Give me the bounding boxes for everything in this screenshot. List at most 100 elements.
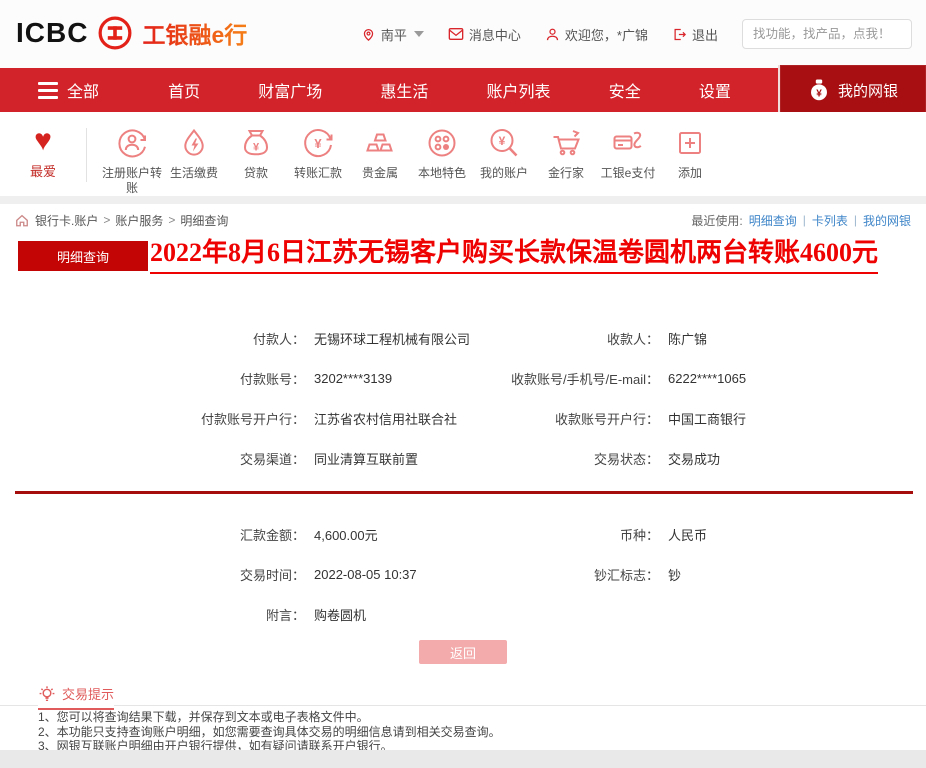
icbc-logo: ICBC 工银融e行 — [16, 15, 247, 51]
field-label: 付款账号： — [239, 371, 305, 387]
field-label: 汇款金额： — [239, 527, 305, 543]
channel-value: 同业清算互联前置 — [314, 451, 419, 467]
nav-item-security[interactable]: 安全 — [609, 78, 641, 102]
money-bag-icon: ¥ — [243, 130, 269, 156]
detail-row: 付款账号： 3202****3139 收款账号/手机号/E-mail： 6222… — [20, 358, 910, 398]
amount-value: 4,600.00元 — [314, 527, 378, 543]
location-label: 南平 — [380, 27, 407, 43]
quick-links: 注册账户转账 生活缴费 ¥ 贷款 ¥ 转账汇款 贵金属 本地特色 ¥ 我的账户 … — [101, 125, 721, 196]
recent-link-my-ebank[interactable]: 我的网银 — [863, 212, 911, 229]
envelope-icon — [448, 28, 464, 40]
hamburger-icon — [38, 81, 58, 99]
icbc-cn-logo-text: 工银融e行 — [142, 16, 247, 50]
nav-all-menu[interactable]: 全部 — [38, 78, 99, 102]
favorites-tab[interactable]: ♥ 最爱 — [0, 125, 86, 180]
recent-separator: | — [853, 213, 857, 227]
icbc-logo-text: ICBC — [16, 17, 89, 48]
payer-name-value: 无锡环球工程机械有限公司 — [314, 331, 471, 347]
quicklink-my-account[interactable]: ¥ 我的账户 — [473, 125, 535, 196]
svg-text:¥: ¥ — [816, 88, 822, 99]
nav-item-accounts[interactable]: 账户列表 — [487, 78, 551, 102]
breadcrumb-separator: > — [103, 213, 111, 227]
payee-bank-value: 中国工商银行 — [668, 411, 747, 427]
breadcrumb-separator: > — [168, 213, 176, 227]
breadcrumb-item[interactable]: 银行卡.账户 — [35, 212, 98, 229]
tip-item: 2、本功能只支持查询账户明细，如您需要查询具体交易的明细信息请到相关交易查询。 — [38, 724, 501, 739]
detail-row: 汇款金额： 4,600.00元 币种： 人民币 — [20, 514, 910, 554]
breadcrumb-item[interactable]: 明细查询 — [180, 212, 228, 229]
nav-item-life[interactable]: 惠生活 — [380, 78, 428, 102]
field-label: 收款账号开户行： — [554, 411, 659, 427]
quicklink-add[interactable]: 添加 — [659, 125, 721, 196]
message-center-label: 消息中心 — [468, 27, 521, 43]
transaction-details-bottom: 汇款金额： 4,600.00元 币种： 人民币 交易时间： 2022-08-05… — [20, 514, 910, 634]
quicklink-label: 贷款 — [243, 166, 268, 180]
location-selector[interactable]: 南平 — [361, 25, 424, 44]
quicklink-bill-pay[interactable]: 生活缴费 — [163, 125, 225, 196]
favorites-label: 最爱 — [29, 164, 56, 179]
datetime-value: 2022-08-05 10:37 — [314, 566, 417, 582]
quicklink-loans[interactable]: ¥ 贷款 — [225, 125, 287, 196]
quicklink-label: 我的账户 — [479, 166, 528, 180]
main-nav: 全部 首页 财富广场 惠生活 账户列表 安全 设置 ¥ 我的网银 — [0, 65, 926, 115]
field-label: 附言： — [265, 607, 305, 623]
my-ebank-tab[interactable]: ¥ 我的网银 — [778, 65, 926, 115]
quicklink-label: 金行家 — [547, 166, 584, 180]
payer-account-value: 3202****3139 — [314, 370, 393, 386]
top-header: ICBC 工银融e行 南平 消息中心 欢迎您，*广锦 退出 找功能，找产品，点我… — [0, 0, 926, 68]
search-input[interactable] — [751, 26, 916, 42]
section-tab-detail-query: 明细查询 — [18, 241, 148, 271]
quicklink-label: 添加 — [677, 166, 702, 180]
transaction-details-top: 付款人： 无锡环球工程机械有限公司 收款人： 陈广锦 付款账号： 3202***… — [20, 318, 910, 478]
breadcrumb-item[interactable]: 账户服务 — [115, 212, 163, 229]
lightbulb-icon — [39, 685, 55, 701]
quicklink-transfer-remit[interactable]: ¥ 转账汇款 — [287, 125, 349, 196]
quicklink-label: 生活缴费 — [169, 166, 218, 180]
red-divider — [15, 491, 913, 494]
nav-item-wealth[interactable]: 财富广场 — [258, 78, 322, 102]
quicklink-gold-expert[interactable]: 金行家 — [535, 125, 597, 196]
field-label: 交易时间： — [239, 567, 305, 583]
user-icon — [546, 28, 559, 40]
header-utilities: 南平 消息中心 欢迎您，*广锦 退出 — [361, 0, 916, 68]
tips-title: 交易提示 — [62, 687, 115, 702]
quicklink-label: 转账汇款 — [293, 166, 342, 180]
recent-link-card-list[interactable]: 卡列表 — [812, 212, 848, 229]
user-welcome[interactable]: 欢迎您，*广锦 — [545, 25, 648, 44]
field-label: 收款账号/手机号/E-mail： — [510, 371, 659, 387]
droplet-icon — [184, 128, 204, 156]
nav-item-settings[interactable]: 设置 — [699, 78, 731, 102]
quicklink-epay[interactable]: 工银e支付 — [597, 125, 659, 196]
add-icon — [679, 132, 701, 154]
recent-separator: | — [802, 213, 806, 227]
field-label: 付款人： — [252, 331, 305, 347]
transfer-icon: ¥ — [304, 129, 333, 158]
quicklink-register-transfer[interactable]: 注册账户转账 — [101, 125, 163, 196]
tips-divider — [0, 705, 926, 706]
tip-item: 1、您可以将查询结果下载，并保存到文本或电子表格文件中。 — [38, 710, 369, 724]
home-icon — [16, 214, 28, 226]
money-bag-icon: ¥ — [811, 79, 827, 101]
epay-icon — [613, 131, 642, 150]
field-label: 币种： — [619, 527, 659, 543]
account-search-icon: ¥ — [490, 129, 518, 157]
back-button[interactable]: 返回 — [419, 640, 507, 664]
payer-bank-value: 江苏省农村信用社联合社 — [314, 411, 458, 427]
quick-links-row: ♥ 最爱 注册账户转账 生活缴费 ¥ 贷款 ¥ 转账汇款 贵金属 本地特色 ¥ … — [0, 112, 926, 196]
logout-link[interactable]: 退出 — [672, 25, 718, 44]
recently-used-label: 最近使用: — [691, 213, 743, 228]
currency-value: 人民币 — [668, 527, 708, 543]
section-gap — [0, 196, 926, 204]
recent-link-detail-query[interactable]: 明细查询 — [749, 212, 797, 229]
quicklink-local-features[interactable]: 本地特色 — [411, 125, 473, 196]
detail-row: 附言： 购卷圆机 — [20, 594, 910, 634]
detail-row: 付款人： 无锡环球工程机械有限公司 收款人： 陈广锦 — [20, 318, 910, 358]
nav-item-home[interactable]: 首页 — [168, 78, 200, 102]
my-ebank-label: 我的网银 — [837, 82, 898, 100]
quicklink-precious-metals[interactable]: 贵金属 — [349, 125, 411, 196]
quicklink-label: 贵金属 — [361, 166, 398, 180]
detail-row: 交易渠道： 同业清算互联前置 交易状态： 交易成功 — [20, 438, 910, 478]
field-label: 钞汇标志： — [593, 567, 659, 583]
field-label: 交易渠道： — [239, 451, 305, 467]
message-center-link[interactable]: 消息中心 — [448, 25, 521, 44]
